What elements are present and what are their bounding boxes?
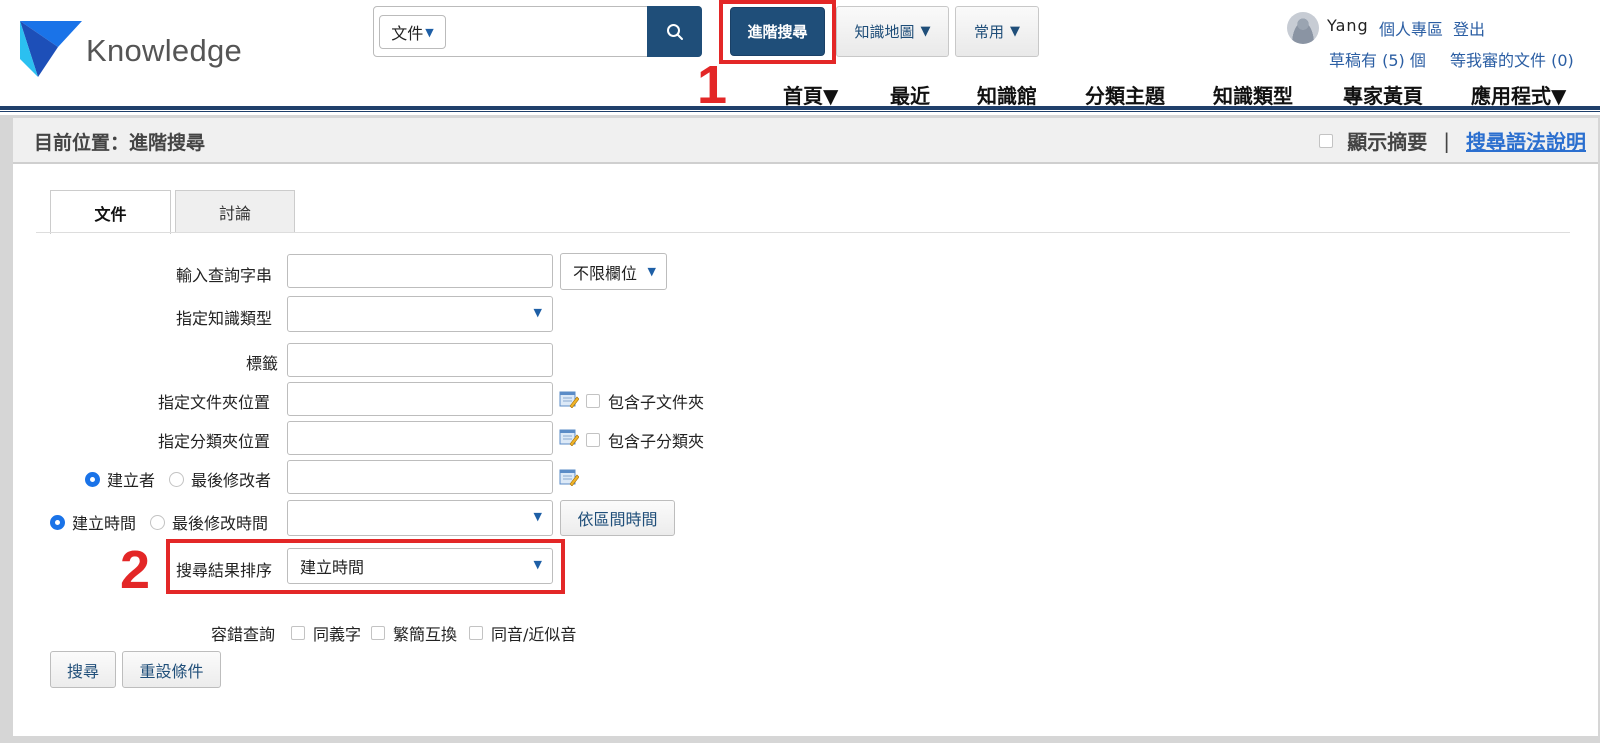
synonym-option[interactable]: 同義字 <box>291 621 361 645</box>
query-label: 輸入查詢字串 <box>176 266 273 285</box>
submit-search-button[interactable]: 搜尋 <box>50 651 116 688</box>
user-name: Yang <box>1327 16 1369 35</box>
include-subcategories-option[interactable]: 包含子分類夾 <box>586 428 704 452</box>
sort-select[interactable]: 建立時間 ▼ <box>287 548 553 584</box>
location-tools: 顯示摘要 | 搜尋語法說明 <box>1319 126 1586 155</box>
logout-link[interactable]: 登出 <box>1453 16 1485 40</box>
nav-item-library[interactable]: 知識館 <box>977 80 1037 109</box>
created-time-radio-label: 建立時間 <box>72 514 137 533</box>
nav-item-knowledge-types[interactable]: 知識類型 <box>1213 80 1293 109</box>
query-input[interactable] <box>287 254 553 288</box>
step-marker-1: 1 <box>697 55 728 115</box>
search-input[interactable] <box>452 7 622 56</box>
modified-time-radio-label: 最後修改時間 <box>172 514 269 533</box>
chevron-down-icon: ▼ <box>533 510 542 523</box>
knowledge-type-label: 指定知識類型 <box>176 309 273 328</box>
personal-area-link[interactable]: 個人專區 <box>1379 16 1443 40</box>
separator: | <box>1443 128 1450 153</box>
breadcrumb: 目前位置：進階搜尋 顯示摘要 | 搜尋語法說明 <box>13 118 1598 164</box>
folder-label: 指定文件夾位置 <box>158 393 271 412</box>
person-picker-icon[interactable] <box>559 468 580 487</box>
tag-input[interactable] <box>287 343 553 377</box>
knowledge-type-select[interactable]: ▼ <box>287 296 553 332</box>
tab-discussions[interactable]: 討論 <box>175 190 295 233</box>
search-button[interactable] <box>647 6 702 57</box>
tab-documents[interactable]: 文件 <box>50 190 171 234</box>
homophone-option[interactable]: 同音/近似音 <box>469 621 576 645</box>
knowledge-map-label: 知識地圖 <box>854 23 915 41</box>
common-label: 常用 <box>973 23 1004 41</box>
synonym-checkbox[interactable] <box>291 626 305 640</box>
trad-simp-option[interactable]: 繁簡互換 <box>371 621 457 645</box>
triangle-down-icon: ▼ <box>920 24 931 39</box>
show-summary-label: 顯示摘要 <box>1347 130 1428 154</box>
nav-item-apps[interactable]: 應用程式▼ <box>1471 80 1566 109</box>
nav-item-recent[interactable]: 最近 <box>890 80 930 109</box>
user-area: Yang 個人專區 登出 草稿有 (5) 個 等我審的文件 (0) <box>1287 12 1587 72</box>
trad-simp-label: 繁簡互換 <box>393 625 458 644</box>
nav-item-categories[interactable]: 分類主題 <box>1085 80 1165 109</box>
field-scope-value: 不限欄位 <box>573 263 638 283</box>
person-radio-group: 建立者 最後修改者 <box>85 467 271 491</box>
chevron-down-icon: ▼ <box>425 25 434 39</box>
draft-line: 草稿有 (5) 個 等我審的文件 (0) <box>1329 47 1574 71</box>
category-label: 指定分類夾位置 <box>158 432 271 451</box>
creator-radio[interactable] <box>85 471 100 487</box>
fuzzy-query-label: 容錯查詢 <box>211 625 276 644</box>
logo-text: Knowledge <box>86 33 243 68</box>
time-select[interactable]: ▼ <box>287 500 553 536</box>
sort-value: 建立時間 <box>300 558 365 577</box>
header-rule-thin <box>0 111 1600 112</box>
time-range-button[interactable]: 依區間時間 <box>560 500 675 536</box>
folder-picker-icon[interactable] <box>559 390 580 409</box>
knowledge-map-button[interactable]: 知識地圖 ▼ <box>836 6 949 57</box>
homophone-checkbox[interactable] <box>469 626 483 640</box>
search-icon <box>666 23 683 40</box>
include-subcategories-label: 包含子分類夾 <box>608 432 705 451</box>
search-scope-label: 文件 <box>391 24 424 43</box>
field-scope-select[interactable]: 不限欄位 ▼ <box>560 253 667 290</box>
search-syntax-help-link[interactable]: 搜尋語法說明 <box>1466 126 1586 155</box>
modifier-radio-label: 最後修改者 <box>191 471 272 490</box>
synonym-label: 同義字 <box>313 625 362 644</box>
time-radio-group: 建立時間 最後修改時間 <box>50 510 268 534</box>
category-input[interactable] <box>287 421 553 455</box>
homophone-label: 同音/近似音 <box>491 625 577 644</box>
created-time-radio[interactable] <box>50 514 65 530</box>
modifier-radio[interactable] <box>169 471 185 487</box>
step-marker-2: 2 <box>120 540 151 600</box>
trad-simp-checkbox[interactable] <box>371 626 385 640</box>
reset-conditions-button[interactable]: 重設條件 <box>122 651 221 688</box>
chevron-down-icon: ▼ <box>533 558 542 571</box>
highlight-box-step-1 <box>719 0 836 64</box>
triangle-down-icon: ▼ <box>1010 24 1020 39</box>
include-subfolders-checkbox[interactable] <box>586 394 600 408</box>
drafts-link[interactable]: 草稿有 (5) 個 <box>1329 51 1426 70</box>
avatar[interactable] <box>1287 12 1319 44</box>
show-summary-checkbox[interactable] <box>1319 133 1334 148</box>
folder-input[interactable] <box>287 382 553 416</box>
knowledge-logo[interactable]: Knowledge <box>18 20 242 78</box>
search-scope-select[interactable]: 文件 ▼ <box>379 15 446 49</box>
chevron-down-icon: ▼ <box>533 306 542 319</box>
common-button[interactable]: 常用 ▼ <box>955 6 1039 57</box>
nav-item-home[interactable]: 首頁▼ <box>783 80 838 109</box>
nav-item-experts[interactable]: 專家黃頁 <box>1343 80 1423 109</box>
sort-label: 搜尋結果排序 <box>176 561 273 580</box>
tag-label: 標籤 <box>246 354 279 373</box>
logo-mark-icon <box>20 21 82 77</box>
modified-time-radio[interactable] <box>150 514 166 530</box>
chevron-down-icon: ▼ <box>647 265 656 278</box>
page-title: 目前位置：進階搜尋 <box>34 132 206 154</box>
header-rule <box>0 106 1600 110</box>
include-subcategories-checkbox[interactable] <box>586 433 600 447</box>
category-picker-icon[interactable] <box>559 428 580 447</box>
include-subfolders-option[interactable]: 包含子文件夾 <box>586 389 704 413</box>
include-subfolders-label: 包含子文件夾 <box>608 393 705 412</box>
tab-divider <box>36 232 1570 233</box>
creator-radio-label: 建立者 <box>107 471 156 490</box>
pending-review-link[interactable]: 等我審的文件 (0) <box>1450 51 1574 70</box>
person-input[interactable] <box>287 460 553 494</box>
